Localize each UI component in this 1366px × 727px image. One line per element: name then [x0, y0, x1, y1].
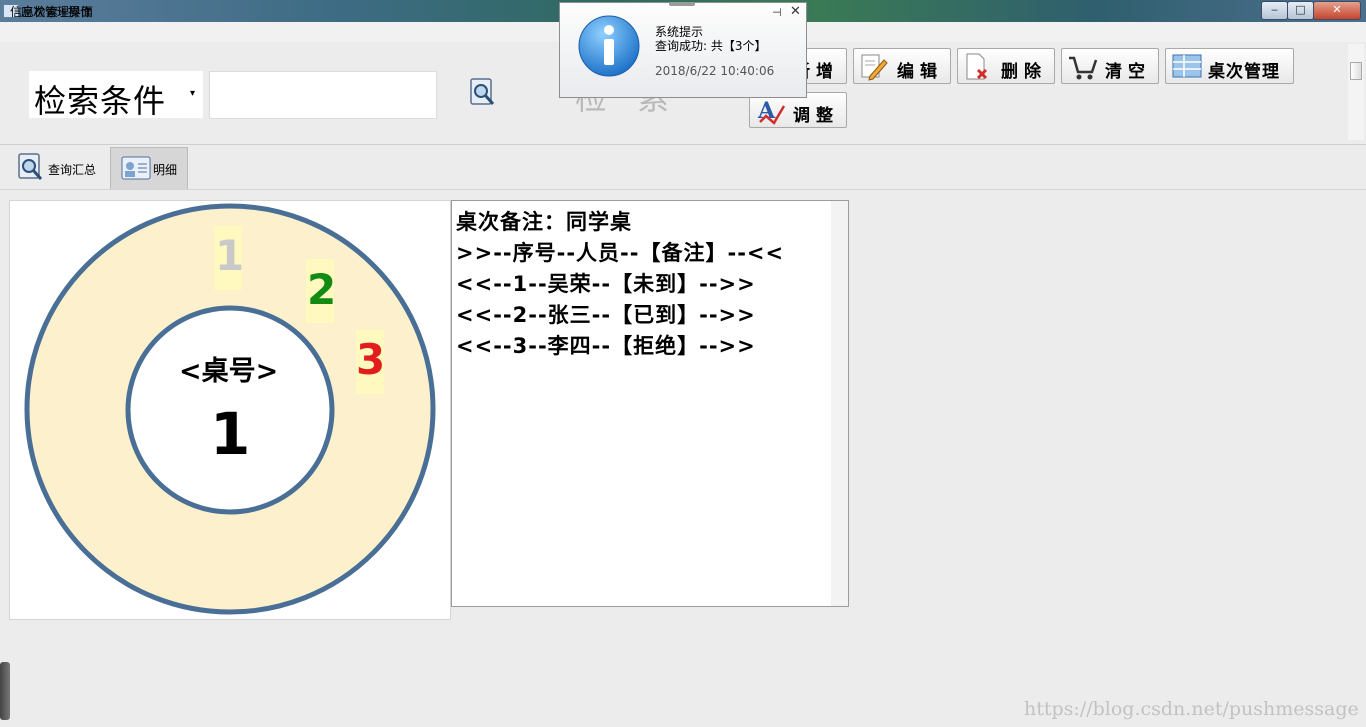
pin-icon[interactable]: ⊣: [772, 6, 782, 19]
tab-divider: [0, 189, 1366, 190]
seat-2[interactable]: 2: [307, 265, 336, 314]
watermark: https://blog.csdn.net/pushmessage: [1024, 698, 1359, 720]
tab-detail[interactable]: 明细: [110, 147, 188, 189]
info-icon: [578, 15, 640, 77]
delete-button-label: 删除: [1001, 62, 1047, 82]
note-line: >>--序号--人员--【备注】--<<: [456, 241, 785, 265]
svg-text:A: A: [757, 98, 776, 124]
chevron-down-icon[interactable]: ▾: [190, 88, 195, 99]
table-title: <桌号>: [179, 356, 279, 387]
popup-message: 查询成功: 共【3个】: [655, 39, 767, 53]
note-line: <<--3--李四--【拒绝】-->>: [456, 334, 756, 358]
note-line: <<--1--吴荣--【未到】-->>: [456, 272, 756, 296]
cart-icon: [1069, 56, 1098, 80]
tab-summary-label: 查询汇总: [48, 163, 97, 177]
popup-timestamp: 2018/6/22 10:40:06: [655, 64, 775, 78]
spell-check-icon: A: [757, 98, 786, 125]
note-line: <<--2--张三--【已到】-->>: [456, 303, 756, 327]
notes-scrollbar[interactable]: [831, 201, 848, 606]
search-icon-button[interactable]: [469, 78, 497, 108]
edit-button-label: 编辑: [897, 62, 943, 82]
table-number: 1: [210, 400, 251, 468]
search-icon: [470, 78, 495, 105]
grid-icon: [1172, 54, 1202, 78]
popup-grip[interactable]: [669, 2, 695, 6]
clear-button-label: 清空: [1105, 62, 1151, 82]
close-window-button[interactable]: ✕: [1313, 1, 1361, 20]
clear-button[interactable]: 清空: [1061, 48, 1159, 84]
table-manage-button[interactable]: 桌次管理: [1165, 48, 1294, 84]
table-manage-button-label: 桌次管理: [1208, 62, 1280, 82]
adjust-button-label: 调整: [793, 106, 839, 126]
seat-1[interactable]: 1: [215, 231, 244, 280]
delete-icon: [966, 53, 988, 80]
close-icon[interactable]: ✕: [790, 4, 801, 19]
menu-item-search-operate[interactable]: 信息检索+操作: [10, 3, 92, 20]
search-icon: [18, 153, 43, 180]
tab-summary[interactable]: 查询汇总: [11, 148, 105, 188]
minimize-button[interactable]: ‒: [1261, 1, 1288, 20]
panel-scrollbar-thumb[interactable]: [1350, 62, 1362, 80]
delete-button[interactable]: 删除: [957, 48, 1055, 84]
tab-detail-label: 明细: [153, 163, 178, 177]
maximize-button[interactable]: □: [1287, 1, 1314, 20]
edit-icon: [861, 54, 888, 81]
note-line: 桌次备注：同学桌: [456, 210, 632, 234]
seat-3[interactable]: 3: [356, 335, 385, 384]
search-input[interactable]: [209, 71, 437, 119]
edit-button[interactable]: 编辑: [853, 48, 951, 84]
panel-scrollbar[interactable]: [1348, 44, 1364, 140]
condition-dropdown-label: 检索条件: [34, 82, 167, 120]
id-card-icon: [121, 156, 151, 180]
side-handle[interactable]: [0, 662, 10, 720]
